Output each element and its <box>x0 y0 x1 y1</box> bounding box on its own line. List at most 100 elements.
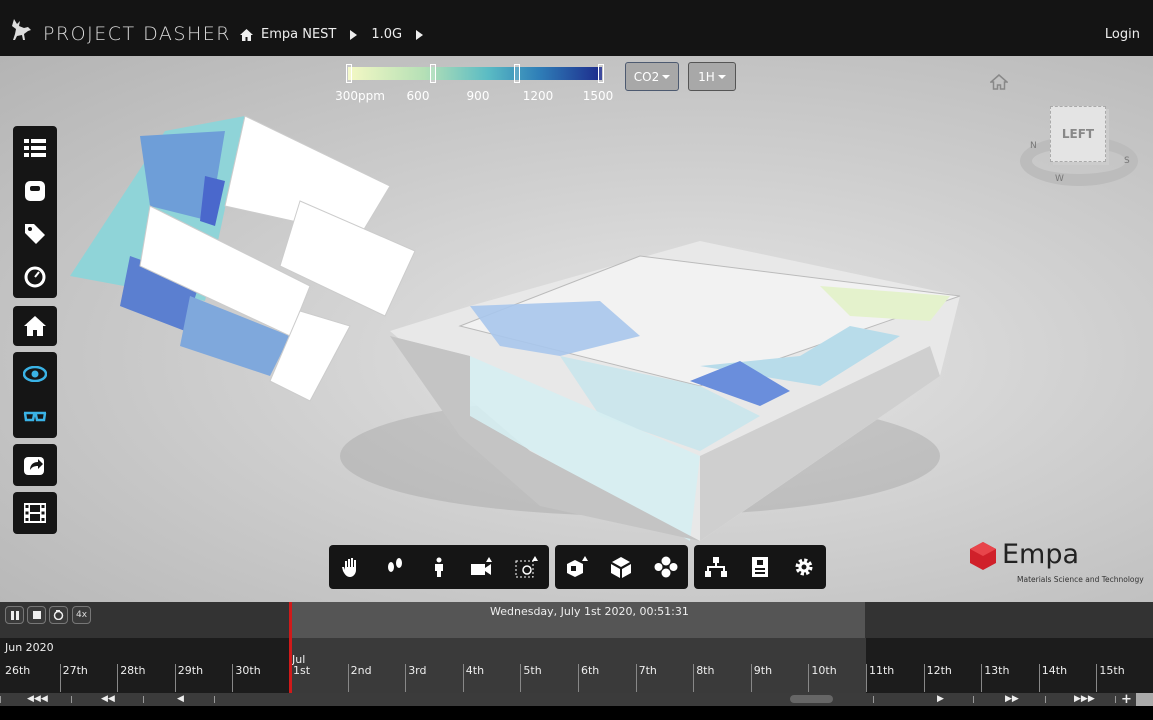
left-toolbar-group-view <box>13 352 57 438</box>
camera-button[interactable] <box>463 547 503 587</box>
legend-handle[interactable] <box>430 64 436 83</box>
rewind-button[interactable]: ◀◀ <box>101 693 115 706</box>
properties-button[interactable] <box>740 547 780 587</box>
day-label: 30th <box>233 664 260 677</box>
info-tools <box>694 545 826 589</box>
loop-button[interactable] <box>49 606 68 624</box>
person-icon <box>433 557 445 577</box>
sensor-icon <box>25 181 45 201</box>
building-model[interactable] <box>0 56 1153 602</box>
model-browser-button[interactable] <box>696 547 736 587</box>
settings-button[interactable] <box>784 547 824 587</box>
legend-handle[interactable] <box>514 64 520 83</box>
glasses-icon <box>23 411 47 423</box>
share-button[interactable] <box>13 444 57 486</box>
zoom-out-button[interactable] <box>1136 693 1153 706</box>
section-box-icon <box>565 556 589 578</box>
day-label: 1st <box>291 664 310 677</box>
zoom-region-icon <box>515 556 539 578</box>
camera-icon <box>471 557 495 577</box>
home-icon[interactable] <box>240 29 253 41</box>
breadcrumb-floor[interactable]: 1.0G <box>371 27 402 42</box>
step-back-button[interactable]: ◀ <box>177 693 184 706</box>
fast-forward-button[interactable]: ▶▶ <box>1005 693 1019 706</box>
metric-dropdown[interactable]: CO2 <box>625 62 679 91</box>
color-gradient-bar <box>348 67 602 80</box>
list-button[interactable] <box>13 126 57 169</box>
zoom-in-button[interactable]: + <box>1121 693 1132 706</box>
day-label: 14th <box>1040 664 1067 677</box>
glasses-button[interactable] <box>13 395 57 438</box>
interval-value: 1H <box>698 70 715 84</box>
share-icon <box>24 455 46 475</box>
home-view-icon[interactable] <box>990 74 1008 90</box>
properties-icon <box>752 557 768 577</box>
day-label: 28th <box>118 664 145 677</box>
pause-icon <box>11 611 19 620</box>
current-time-marker[interactable] <box>289 602 292 693</box>
breadcrumb: Empa NEST 1.0G <box>240 27 429 42</box>
sensor-button[interactable] <box>13 169 57 212</box>
day-label: 26th <box>3 664 30 677</box>
day-label: 29th <box>176 664 203 677</box>
explode-icon <box>654 556 678 578</box>
first-person-button[interactable] <box>419 547 459 587</box>
legend-label: 1500 <box>583 89 614 103</box>
step-forward-button[interactable]: ▶ <box>937 693 944 706</box>
view-cube[interactable]: N S W LEFT <box>1020 106 1140 191</box>
breadcrumb-empa-nest[interactable]: Empa NEST <box>261 27 336 42</box>
eye-button[interactable] <box>13 352 57 395</box>
login-link[interactable]: Login <box>1105 27 1140 42</box>
interval-dropdown[interactable]: 1H <box>688 62 736 91</box>
rewind-fast-button[interactable]: ◀◀◀ <box>27 693 48 706</box>
left-toolbar-group-data <box>13 126 57 298</box>
model-cube-button[interactable] <box>601 547 641 587</box>
view-cube-face-left[interactable]: LEFT <box>1050 106 1106 162</box>
section-box-button[interactable] <box>557 547 597 587</box>
legend-label: 600 <box>407 89 430 103</box>
film-button[interactable] <box>13 492 57 534</box>
empa-name: Empa <box>1002 539 1079 570</box>
fast-forward-max-button[interactable]: ▶▶▶ <box>1074 693 1095 706</box>
left-toolbar-group-film <box>13 492 57 534</box>
stop-button[interactable] <box>27 606 46 624</box>
chevron-right-icon[interactable] <box>350 30 357 40</box>
month-label: Jun 2020 <box>5 641 54 654</box>
gauge-button[interactable] <box>13 255 57 298</box>
compass-w: W <box>1055 174 1064 184</box>
app-title: PROJECT DASHER <box>43 23 231 45</box>
day-label: 2nd <box>349 664 372 677</box>
explode-button[interactable] <box>646 547 686 587</box>
navigation-tools <box>329 545 549 589</box>
walk-button[interactable] <box>375 547 415 587</box>
timeline[interactable]: 4x Wednesday, July 1st 2020, 00:51:31 Ju… <box>0 602 1153 706</box>
floor-plan-heatmap <box>70 116 415 401</box>
3d-viewport[interactable]: 300ppm 600 900 1200 1500 CO2 1H N S W LE… <box>0 56 1153 602</box>
caret-down-icon <box>718 75 726 79</box>
speed-button[interactable]: 4x <box>72 606 91 624</box>
list-icon <box>24 139 46 157</box>
compass-n: N <box>1030 141 1037 151</box>
header-bar: PROJECT DASHER Empa NEST 1.0G Login <box>0 0 1153 56</box>
cube-icon <box>610 556 632 578</box>
zoom-region-button[interactable] <box>507 547 547 587</box>
pan-icon <box>342 557 360 577</box>
day-label: 13th <box>982 664 1009 677</box>
empa-tagline: Materials Science and Technology <box>1017 575 1144 584</box>
stop-icon <box>33 611 41 619</box>
compass-s: S <box>1124 156 1130 166</box>
tag-button[interactable] <box>13 212 57 255</box>
home-button[interactable] <box>13 306 57 346</box>
pause-button[interactable] <box>5 606 24 624</box>
pan-button[interactable] <box>331 547 371 587</box>
legend-handle[interactable] <box>598 64 604 83</box>
chevron-right-icon[interactable] <box>416 30 423 40</box>
left-toolbar-group-home <box>13 306 57 346</box>
timeline-scrollbar[interactable] <box>790 695 833 703</box>
day-label: 5th <box>521 664 541 677</box>
day-label: 3rd <box>406 664 426 677</box>
loop-icon <box>53 610 64 620</box>
legend-handle[interactable] <box>346 64 352 83</box>
hierarchy-icon <box>705 557 727 577</box>
day-label: 6th <box>579 664 599 677</box>
